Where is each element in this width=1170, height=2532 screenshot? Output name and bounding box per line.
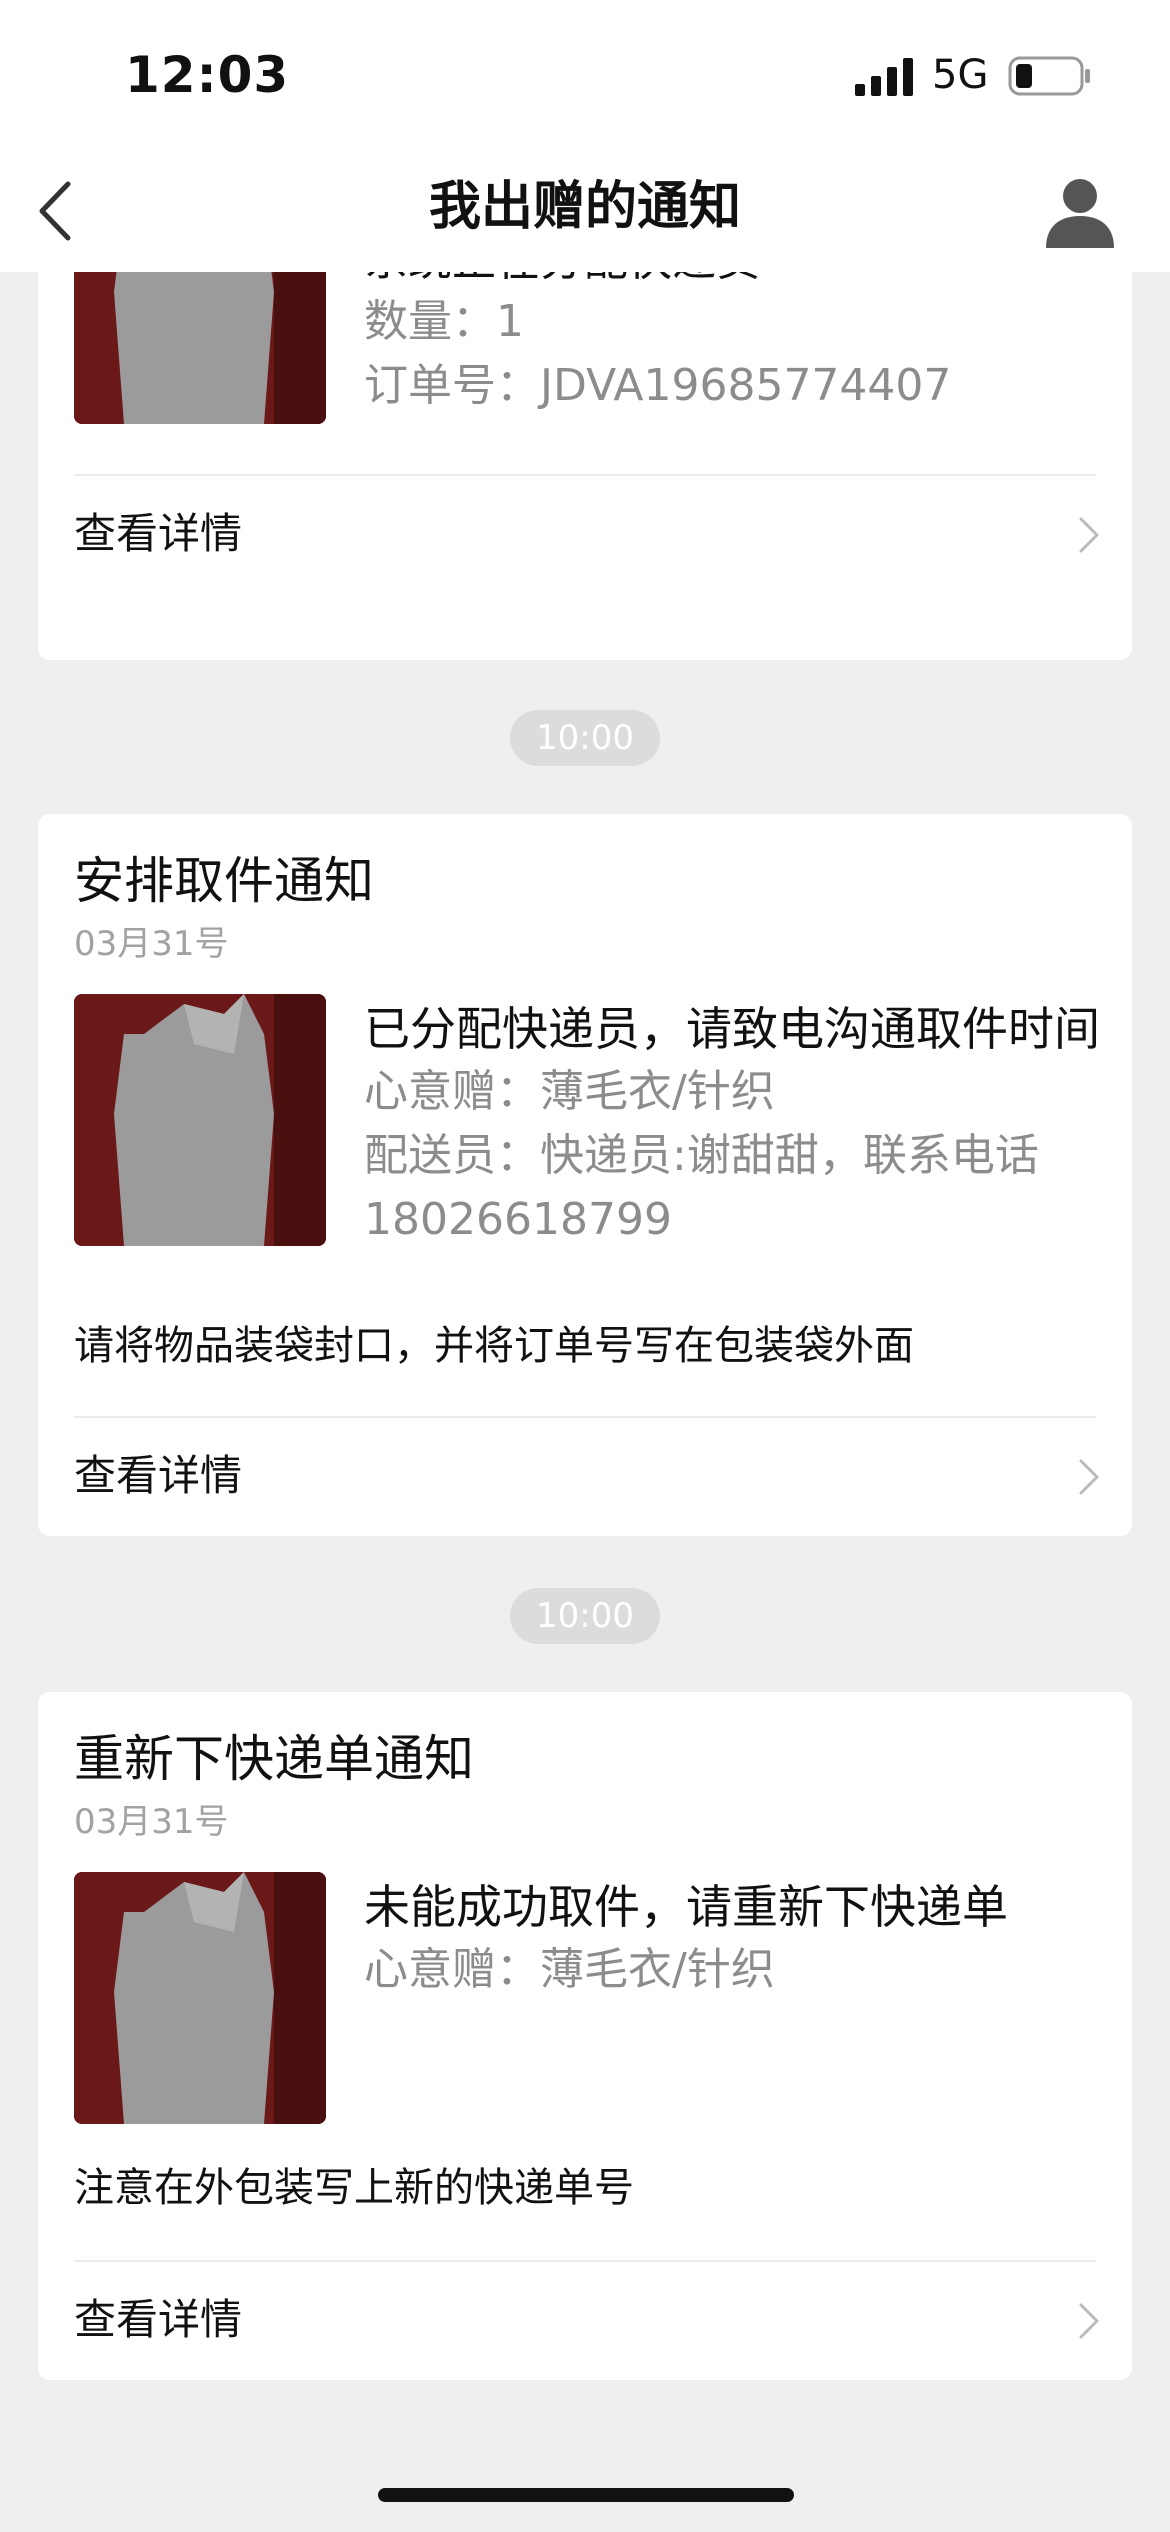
page-title: 我出赠的通知 <box>428 177 741 237</box>
card-date: 03月31号 <box>74 1802 229 1842</box>
status-time: 12:03 <box>125 46 290 104</box>
card-info: 已分配快递员，请致电沟通取件时间 心意赠：薄毛衣/针织 配送员：快递员:谢甜甜，… <box>364 998 1104 1252</box>
partial-status-text: 系统正在分配快递员 <box>364 272 1104 290</box>
item-thumbnail <box>74 994 326 1246</box>
quantity-text: 数量：1 <box>364 296 524 347</box>
view-details-button[interactable]: 查看详情 <box>38 1418 1132 1536</box>
item-thumbnail <box>74 1872 326 2124</box>
gift-item-text: 心意赠：薄毛衣/针织 <box>364 1944 775 1995</box>
network-type-label: 5G <box>932 52 989 98</box>
order-number-text: 订单号：JDVA19685774407 <box>364 360 952 411</box>
card-title: 安排取件通知 <box>74 852 374 910</box>
card-title: 重新下快递单通知 <box>74 1730 474 1788</box>
card-note: 注意在外包装写上新的快递单号 <box>74 2165 634 2211</box>
notification-card: 系统正在分配快递员 数量：1 订单号：JDVA19685774407 查看详情 <box>38 272 1132 660</box>
user-icon <box>1046 179 1114 248</box>
signal-icon <box>855 58 913 96</box>
view-details-label: 查看详情 <box>74 509 243 558</box>
timestamp-pill: 10:00 <box>510 1588 660 1644</box>
notification-card: 重新下快递单通知 03月31号 未能成功取件，请重新下快递单 心意赠：薄毛衣/针… <box>38 1692 1132 2380</box>
notification-card: 安排取件通知 03月31号 已分配快递员，请致电沟通取件时间 心意赠：薄毛衣/针… <box>38 814 1132 1536</box>
card-note: 请将物品装袋封口，并将订单号写在包装袋外面 <box>74 1323 914 1369</box>
notification-list[interactable]: 系统正在分配快递员 数量：1 订单号：JDVA19685774407 查看详情 … <box>0 272 1170 2532</box>
chevron-right-icon <box>1079 1459 1099 1495</box>
timestamp-pill: 10:00 <box>510 710 660 766</box>
card-main-text: 未能成功取件，请重新下快递单 <box>364 1880 1008 1934</box>
chevron-right-icon <box>1079 517 1099 553</box>
view-details-button[interactable]: 查看详情 <box>38 476 1132 594</box>
navigation-bar: 我出赠的通知 <box>0 150 1170 272</box>
card-info: 未能成功取件，请重新下快递单 心意赠：薄毛衣/针织 <box>364 1876 1104 2002</box>
card-main-text: 已分配快递员，请致电沟通取件时间 <box>364 1002 1100 1056</box>
view-details-label: 查看详情 <box>74 1451 243 1500</box>
profile-button[interactable] <box>1040 172 1120 252</box>
home-indicator[interactable] <box>378 2488 794 2502</box>
item-thumbnail <box>74 272 326 424</box>
card-info: 系统正在分配快递员 数量：1 订单号：JDVA19685774407 <box>364 272 1104 418</box>
status-bar: 12:03 5G <box>0 0 1170 150</box>
view-details-button[interactable]: 查看详情 <box>38 2262 1132 2380</box>
chevron-right-icon <box>1079 2303 1099 2339</box>
gift-item-text: 心意赠：薄毛衣/针织 <box>364 1066 775 1117</box>
card-date: 03月31号 <box>74 924 229 964</box>
battery-icon <box>1008 56 1090 96</box>
courier-text: 配送员：快递员:谢甜甜，联系电话18026618799 <box>364 1130 1039 1245</box>
view-details-label: 查看详情 <box>74 2295 243 2344</box>
